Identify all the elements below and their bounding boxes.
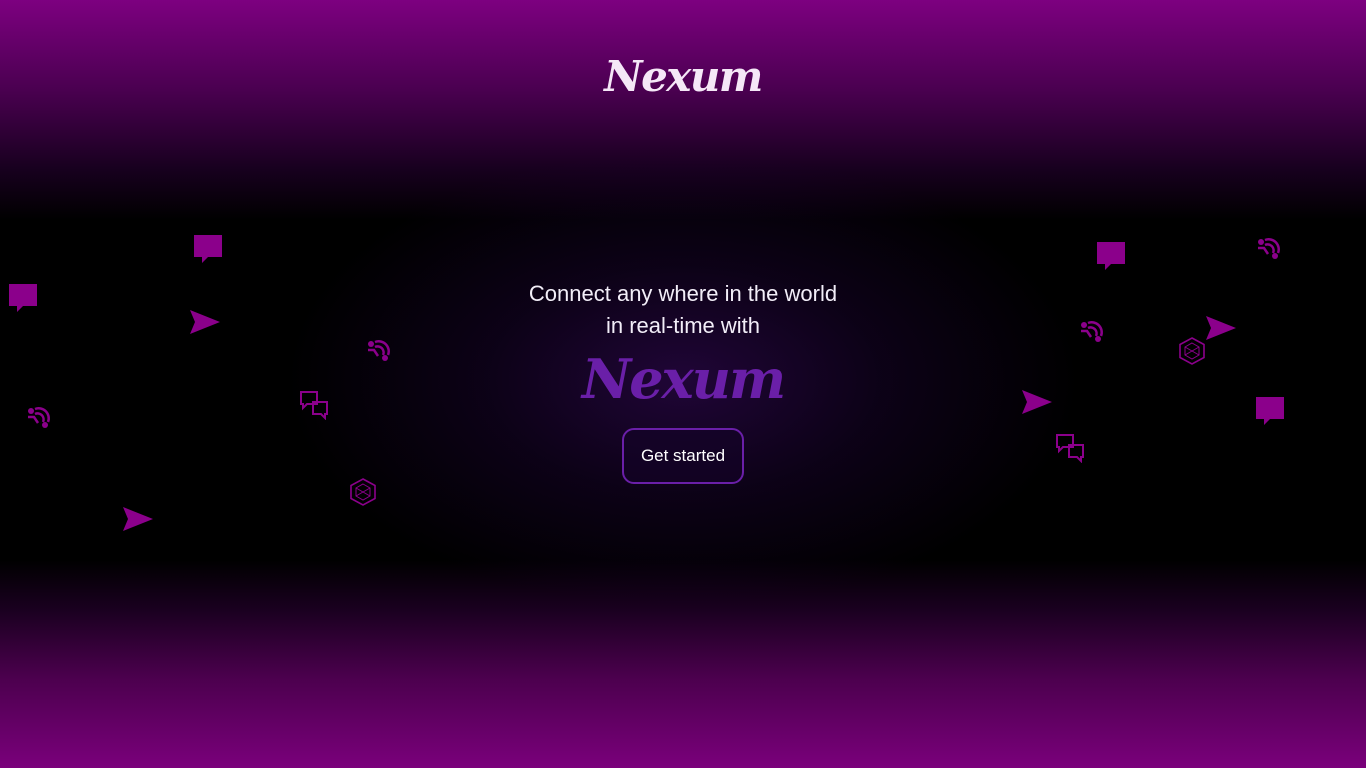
hero-tagline-line2: in real-time with [605,313,761,338]
get-started-button[interactable]: Get started [622,428,744,484]
people-signal-icon [1258,238,1280,259]
hero-brand-logo: Nexum [581,347,786,411]
chat-bubble-icon [1097,242,1125,270]
landing-page: Nexum Connect any where in the world in … [0,0,1366,768]
hero-section: Connect any where in the world in real-t… [0,278,1366,484]
hero-tagline-line1: Connect any where in the world [528,281,838,306]
send-icon [123,507,153,531]
chat-bubble-icon [194,235,222,263]
header-brand-logo: Nexum [604,52,763,101]
